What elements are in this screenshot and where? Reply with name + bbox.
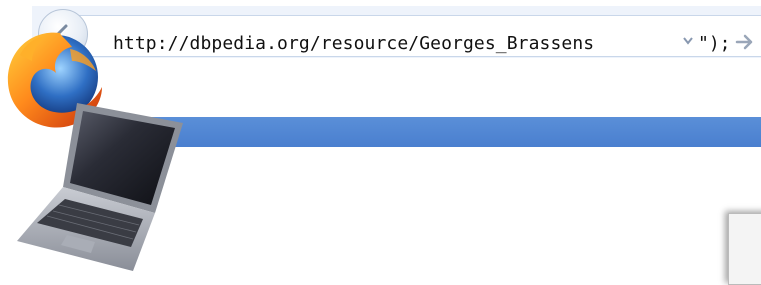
url-suffix-text: "); [698,33,731,54]
forward-arrow-icon[interactable] [733,30,757,54]
laptop-icon [17,103,183,271]
window-panel-corner [728,213,761,285]
url-text[interactable]: http://dbpedia.org/resource/Georges_Bras… [113,33,594,54]
dropdown-arrow-icon[interactable] [682,34,694,48]
blue-band [150,117,761,147]
